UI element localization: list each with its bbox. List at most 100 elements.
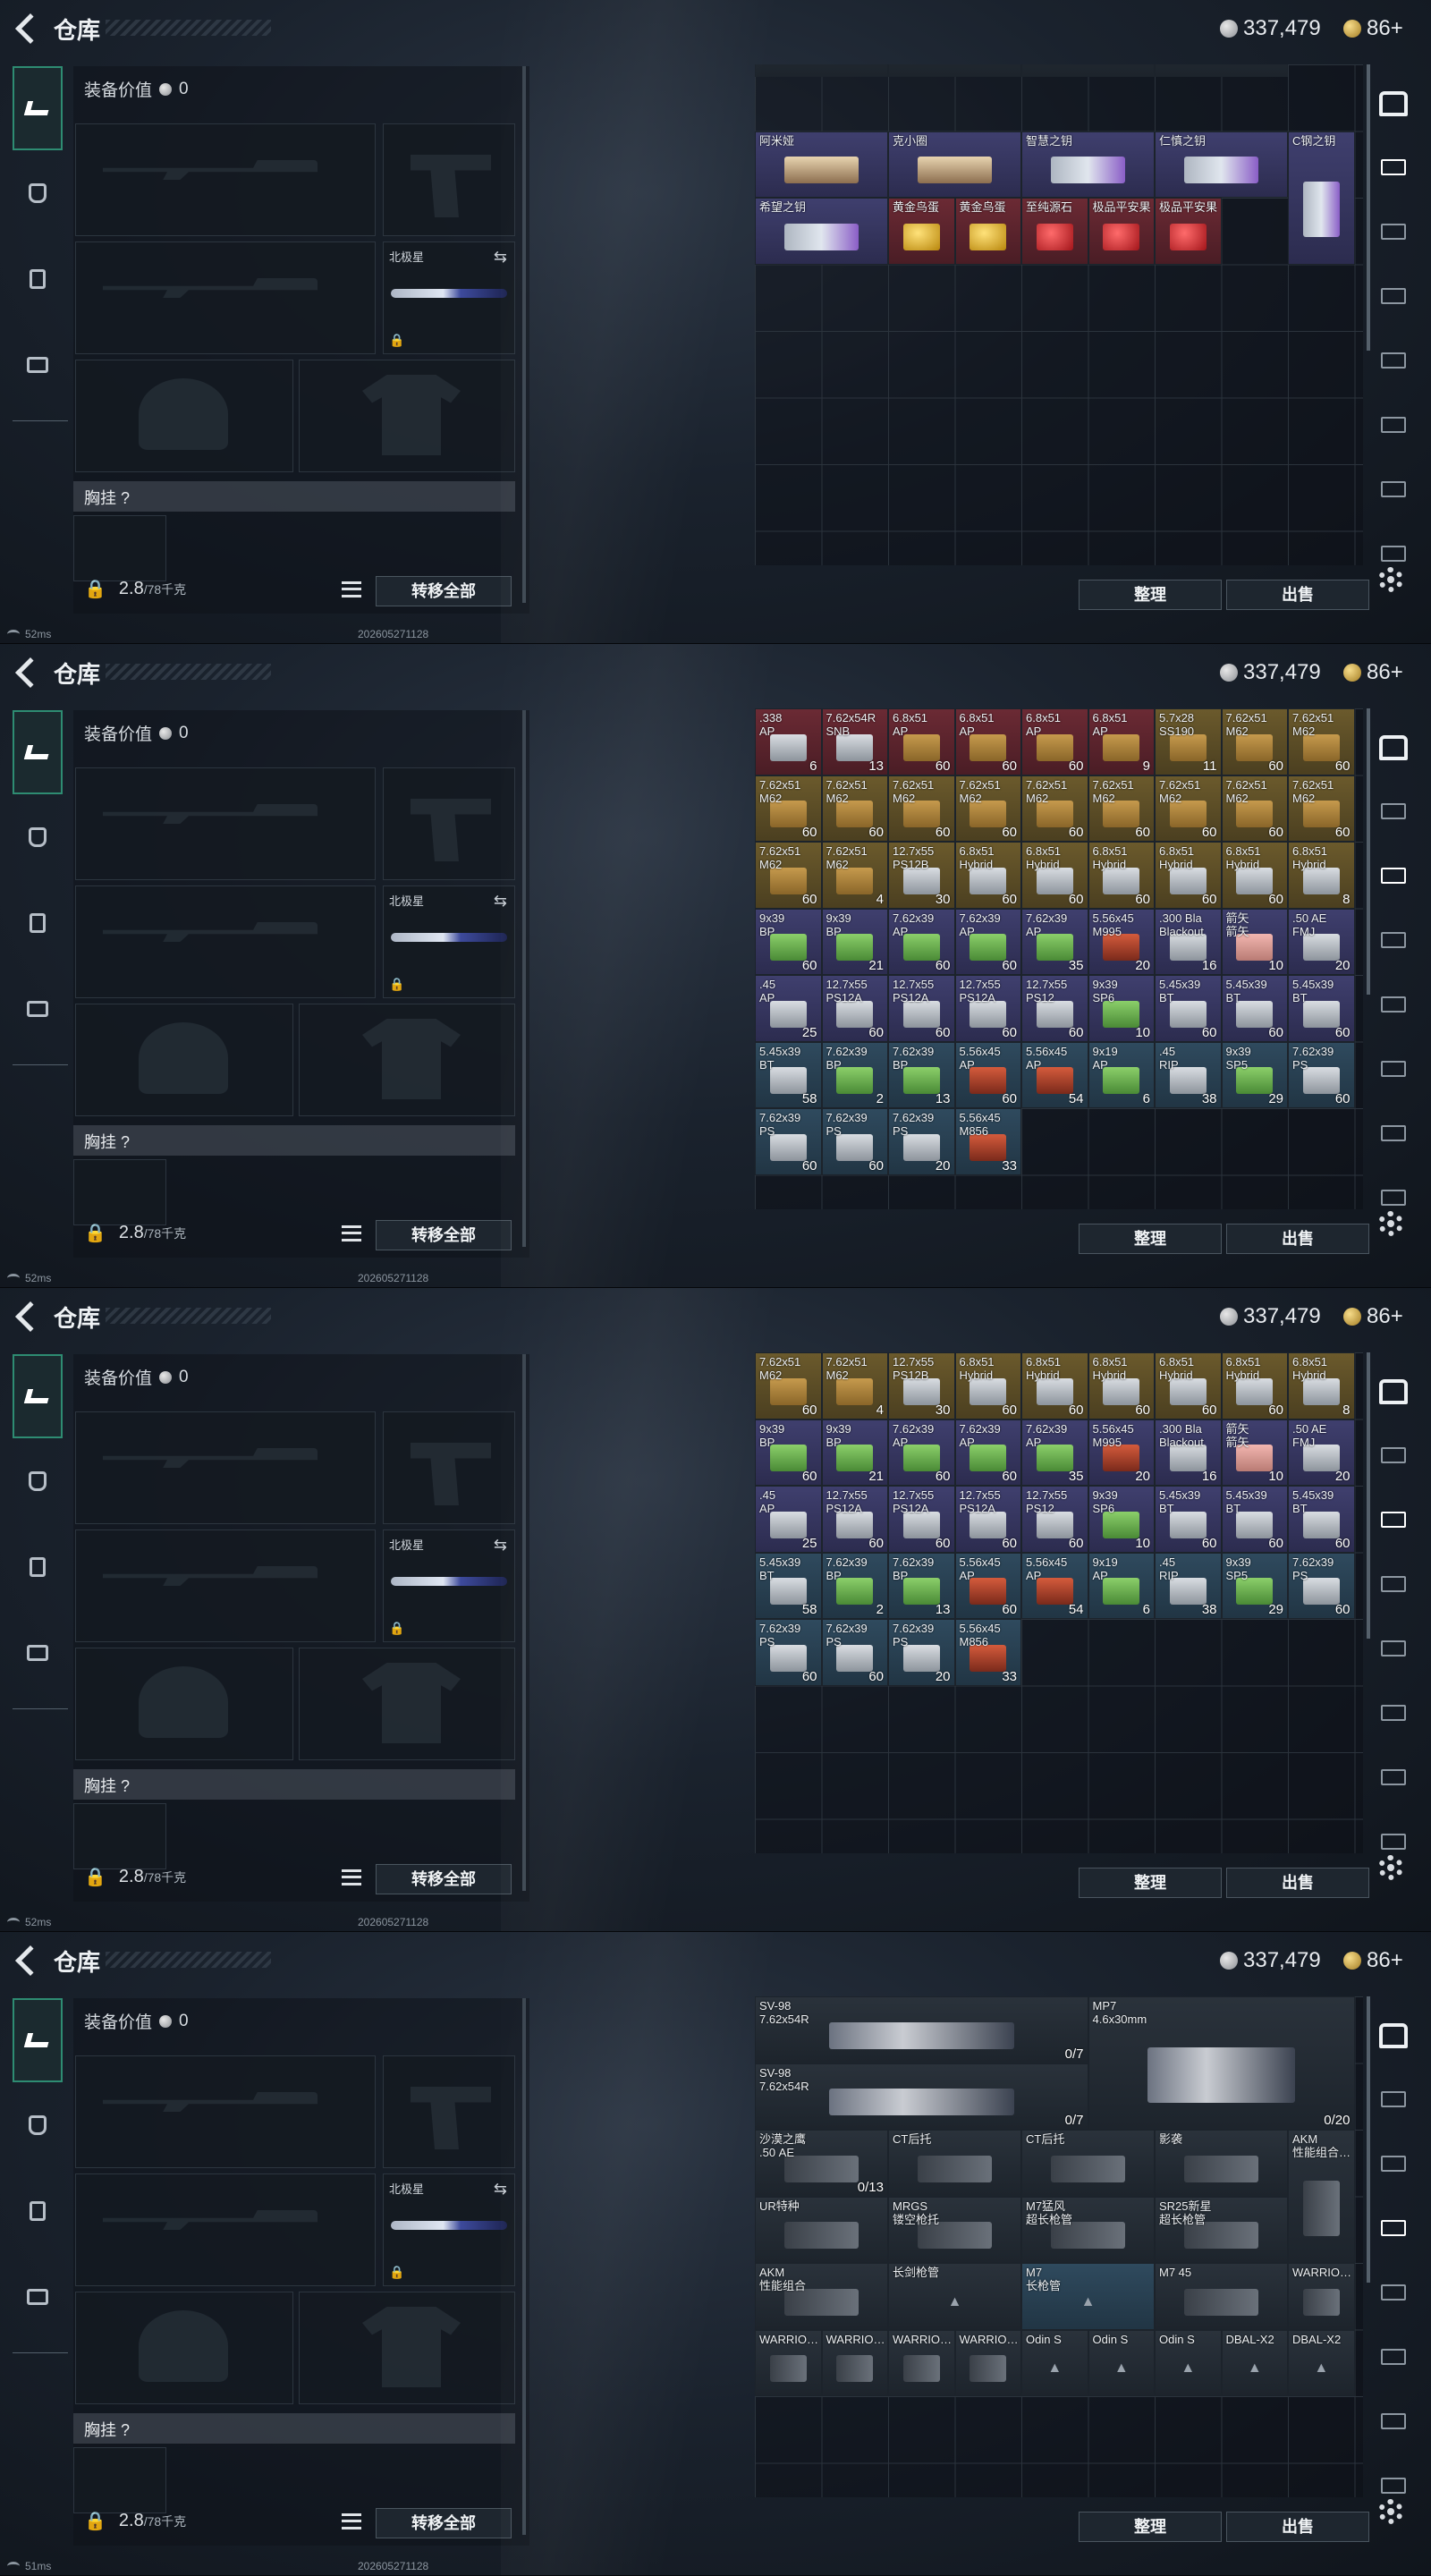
stash-item[interactable]: 7.62x39 PS 60 <box>821 1619 888 1686</box>
chest-rig-slot[interactable] <box>73 515 166 581</box>
stash-item[interactable]: MRGS 镂空枪托 <box>888 2196 1021 2263</box>
stash-item[interactable]: Odin S <box>1088 2329 1155 2396</box>
nav-backpack-tab[interactable] <box>13 2254 63 2340</box>
stash-item[interactable]: 12.7x55 PS12A 60 <box>821 975 888 1042</box>
stash-page-7[interactable] <box>1377 1830 1410 1857</box>
stash-item[interactable]: 7.62x39 PS 60 <box>755 1619 822 1686</box>
chest-rig-header[interactable]: 胸挂 ? <box>73 1769 515 1800</box>
stash-item[interactable]: 7.62x39 AP 60 <box>954 1419 1021 1486</box>
stash-item[interactable]: M7猛风 超长枪管 <box>1021 2196 1155 2263</box>
nav-weapons-tab[interactable] <box>13 66 63 150</box>
stash-item[interactable]: 12.7x55 PS12A 60 <box>954 1486 1021 1553</box>
stash-item[interactable]: WARRIO… <box>755 2329 822 2396</box>
primary-weapon-slot[interactable] <box>75 1411 376 1524</box>
primary-weapon-slot[interactable] <box>75 2055 376 2168</box>
stash-item[interactable]: 6.8x51 Hybrid 60 <box>1155 1352 1222 1419</box>
stash-item[interactable]: 极品平安果 <box>1088 198 1155 265</box>
swap-icon[interactable]: ⇆ <box>494 1536 507 1555</box>
stash-item[interactable]: 7.62x54R SNB 13 <box>821 708 888 775</box>
nav-rig-tab[interactable] <box>13 236 63 322</box>
list-icon[interactable] <box>342 2513 361 2529</box>
stash-item[interactable]: 7.62x39 AP 35 <box>1021 908 1088 975</box>
stash-page-2[interactable] <box>1377 2152 1410 2179</box>
stash-item[interactable]: 阿米娅 <box>755 131 888 198</box>
stash-item[interactable]: 箭矢 箭矢 10 <box>1221 1419 1288 1486</box>
stash-item[interactable]: 智慧之钥 <box>1021 131 1155 198</box>
stash-page-3[interactable] <box>1377 928 1410 955</box>
stash-item[interactable]: UR特种 <box>755 2196 888 2263</box>
helmet-slot[interactable] <box>75 360 293 472</box>
stash-item[interactable]: M7 45 <box>1155 2263 1288 2330</box>
stash-item[interactable]: 7.62x51 M62 60 <box>1288 775 1355 842</box>
stash-item[interactable]: 6.8x51 AP 60 <box>954 708 1021 775</box>
stash-page-6[interactable] <box>1377 1766 1410 1792</box>
stash-item[interactable]: .300 Bla Blackout 16 <box>1155 1419 1222 1486</box>
stash-item[interactable]: 5.56x45 AP 54 <box>1021 1552 1088 1619</box>
stash-grid[interactable]: 6060606060606060607.62x51 M62607.62x51 M… <box>755 1352 1363 1853</box>
stash-item[interactable]: 12.7x55 PS12B 30 <box>888 842 955 909</box>
swap-icon[interactable]: ⇆ <box>494 248 507 267</box>
stash-item[interactable]: 6.8x51 Hybrid 60 <box>954 842 1021 909</box>
stash-item[interactable]: 5.56x45 AP 60 <box>954 1552 1021 1619</box>
back-icon[interactable] <box>15 13 46 44</box>
stash-item[interactable]: Odin S <box>1021 2329 1088 2396</box>
stash-item[interactable]: 7.62x39 AP 60 <box>888 908 955 975</box>
nav-backpack-tab[interactable] <box>13 966 63 1052</box>
sort-button[interactable]: 整理 <box>1079 2512 1222 2542</box>
melee-slot[interactable]: 北极星 ⇆ 🔒 <box>383 242 515 354</box>
stash-item[interactable]: 7.62x51 M62 60 <box>1288 708 1355 775</box>
chest-rig-slot[interactable] <box>73 1803 166 1869</box>
stash-item[interactable] <box>755 64 888 77</box>
stash-item[interactable]: DBAL-X2 <box>1288 2329 1355 2396</box>
stash-home-icon[interactable] <box>1379 735 1408 760</box>
nav-rig-tab[interactable] <box>13 1524 63 1610</box>
stash-item[interactable]: 7.62x39 AP 60 <box>888 1419 955 1486</box>
gold-currency[interactable]: 86+ <box>1343 16 1403 41</box>
stash-item[interactable]: 7.62x39 PS 60 <box>755 1108 822 1175</box>
stash-item[interactable]: AKM 性能组合… <box>1288 2130 1355 2263</box>
stash-page-2[interactable] <box>1377 1508 1410 1535</box>
stash-scrollbar[interactable] <box>1367 708 1370 995</box>
stash-item[interactable]: 5.56x45 AP 54 <box>1021 1041 1088 1108</box>
back-icon[interactable] <box>15 657 46 688</box>
stash-item[interactable]: 7.62x51 M62 60 <box>1221 775 1288 842</box>
stash-item[interactable]: 6.8x51 Hybrid 60 <box>1088 842 1155 909</box>
stash-item[interactable]: 5.56x45 M995 20 <box>1088 908 1155 975</box>
armor-slot[interactable] <box>299 1648 515 1760</box>
gold-currency[interactable]: 86+ <box>1343 1948 1403 1973</box>
secondary-weapon-slot[interactable] <box>75 2174 376 2286</box>
nav-backpack-tab[interactable] <box>13 1610 63 1696</box>
stash-item[interactable]: 极品平安果 <box>1155 198 1222 265</box>
nav-weapons-tab[interactable] <box>13 1354 63 1438</box>
nav-armor-tab[interactable] <box>13 794 63 880</box>
sidearm-slot[interactable] <box>383 123 515 236</box>
stash-item[interactable]: 7.62x51 M62 60 <box>821 775 888 842</box>
nav-rig-tab[interactable] <box>13 880 63 966</box>
swap-icon[interactable]: ⇆ <box>494 2180 507 2199</box>
chest-rig-header[interactable]: 胸挂 ? <box>73 481 515 512</box>
stash-item[interactable]: WARRIO… <box>1288 2263 1355 2330</box>
stash-item[interactable]: SV-98 7.62x54R 0/7 <box>755 2063 1088 2130</box>
stash-home-icon[interactable] <box>1379 91 1408 116</box>
stash-item[interactable]: .300 Bla Blackout 16 <box>1155 908 1222 975</box>
settings-gear-icon[interactable] <box>1378 2499 1403 2524</box>
stash-item[interactable]: M7 长枪管 <box>1021 2263 1155 2330</box>
stash-home-icon[interactable] <box>1379 1379 1408 1404</box>
stash-grid[interactable]: SV-98 7.62x54R 0/7 MP7 4.6x30mm 0/20 SV-98 7… <box>755 1996 1363 2497</box>
stash-item[interactable]: 希望之钥 <box>755 198 888 265</box>
helmet-slot[interactable] <box>75 1004 293 1116</box>
stash-scrollbar[interactable] <box>1367 1996 1370 2283</box>
nav-armor-tab[interactable] <box>13 2082 63 2168</box>
chest-rig-header[interactable]: 胸挂 ? <box>73 1125 515 1156</box>
nav-armor-tab[interactable] <box>13 150 63 236</box>
stash-item[interactable]: 6.8x51 Hybrid 60 <box>1221 1352 1288 1419</box>
loadout-scrollbar[interactable] <box>522 710 526 1247</box>
chest-rig-slot[interactable] <box>73 2447 166 2513</box>
stash-item[interactable]: 5.56x45 M995 20 <box>1088 1419 1155 1486</box>
stash-item[interactable]: CT后托 <box>1021 2130 1155 2197</box>
stash-item[interactable]: C钢之钥 <box>1288 131 1355 265</box>
stash-item[interactable]: 7.62x51 M62 60 <box>888 775 955 842</box>
helmet-slot[interactable] <box>75 1648 293 1760</box>
stash-item[interactable]: 7.62x51 M62 60 <box>1088 775 1155 842</box>
stash-item[interactable]: 12.7x55 PS12B 30 <box>888 1352 955 1419</box>
